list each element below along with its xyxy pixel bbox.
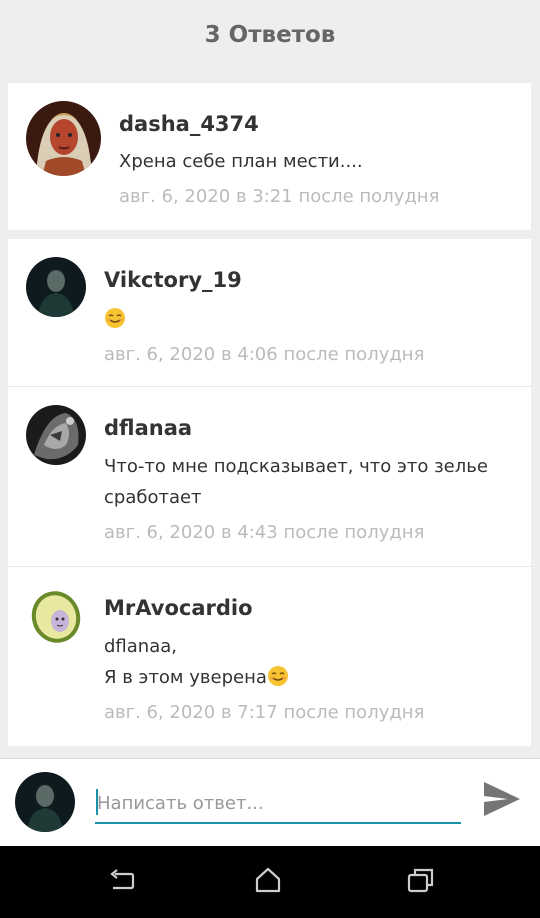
- avatar[interactable]: [26, 257, 86, 317]
- avatar[interactable]: [26, 585, 86, 645]
- nav-home-button[interactable]: [248, 866, 288, 898]
- reply-text-line: Я в этом уверена: [104, 662, 519, 693]
- reply-item: MrAvocardio dflanaa, Я в этом уверена ав…: [8, 567, 531, 746]
- comment-timestamp: авг. 6, 2020 в 4:06 после полудня: [104, 344, 425, 365]
- current-user-avatar[interactable]: [15, 772, 75, 832]
- back-icon: [107, 868, 135, 896]
- nav-back-button[interactable]: [101, 866, 141, 898]
- avatar[interactable]: [26, 405, 86, 465]
- comment-timestamp: авг. 6, 2020 в 4:43 после полудня: [104, 522, 425, 543]
- comment-timestamp: авг. 6, 2020 в 3:21 после полудня: [119, 186, 440, 207]
- comment-author[interactable]: dflanaa: [104, 416, 192, 440]
- smiling-face-emoji-icon: [267, 665, 289, 687]
- recent-apps-icon: [407, 867, 435, 897]
- avatar[interactable]: [26, 101, 101, 176]
- system-nav-bar: [0, 846, 540, 918]
- comment-timestamp: авг. 6, 2020 в 7:17 после полудня: [104, 702, 425, 723]
- comment-text: [104, 304, 519, 335]
- reply-item: dflanaa Что-то мне подсказывает, что это…: [8, 387, 531, 567]
- reply-mention[interactable]: dflanaa,: [104, 631, 519, 662]
- nav-recents-button[interactable]: [401, 866, 441, 898]
- parent-comment-card: dasha_4374 Хрена себе план мести.... авг…: [8, 83, 531, 230]
- comment-text: dflanaa, Я в этом уверена: [104, 631, 519, 693]
- comment-author[interactable]: Vikctory_19: [104, 268, 242, 292]
- smiling-face-emoji-icon: [104, 307, 126, 329]
- reply-input[interactable]: [95, 784, 461, 824]
- comment-text: Что-то мне подсказывает, что это зелье с…: [104, 456, 488, 508]
- parent-comment: dasha_4374 Хрена себе план мести.... авг…: [8, 83, 531, 230]
- comment-author[interactable]: dasha_4374: [119, 112, 259, 136]
- comment-author[interactable]: MrAvocardio: [104, 596, 253, 620]
- home-icon: [254, 866, 282, 898]
- reply-item: Vikctory_19 авг. 6, 2020 в 4:06 после по…: [8, 239, 531, 387]
- comment-text: Хрена себе план мести....: [119, 151, 363, 172]
- text-cursor: [96, 789, 98, 815]
- send-button[interactable]: [478, 779, 526, 823]
- replies-count-title: 3 Ответов: [204, 22, 336, 48]
- reply-bar: [0, 758, 540, 847]
- header: 3 Ответов: [0, 0, 540, 70]
- replies-card: Vikctory_19 авг. 6, 2020 в 4:06 после по…: [8, 239, 531, 746]
- send-icon: [482, 780, 522, 822]
